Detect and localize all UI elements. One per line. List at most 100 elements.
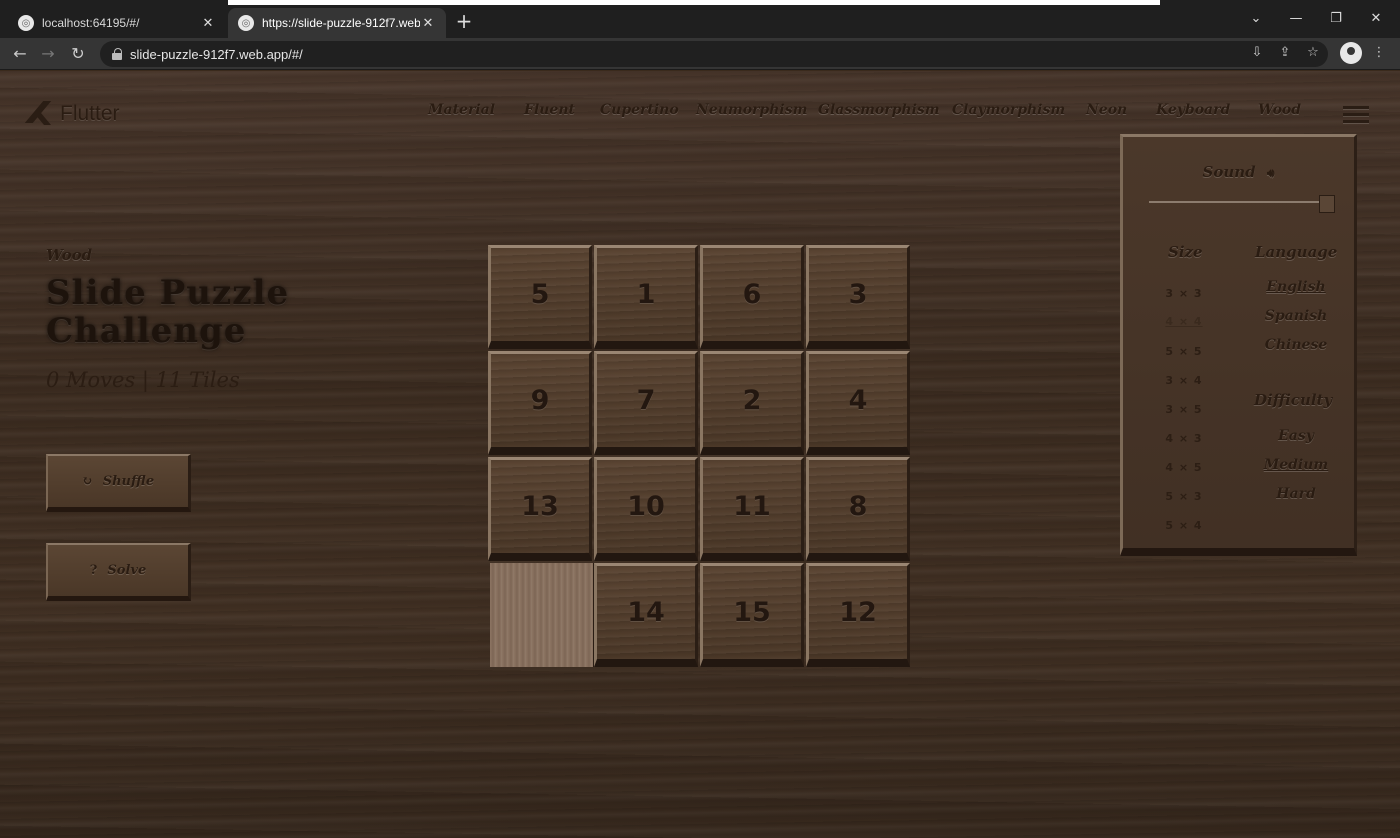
hamburger-menu-icon[interactable] (1343, 106, 1369, 124)
nav-neon[interactable]: Neon (1086, 102, 1127, 118)
nav-glassmorphism[interactable]: Glassmorphism (818, 102, 940, 118)
size-option[interactable]: 3 × 4 (1161, 374, 1207, 387)
wood-page: Flutter Material Fluent Cupertino Neumor… (0, 71, 1400, 838)
profile-avatar-icon[interactable] (1340, 42, 1362, 64)
tile-number: 11 (733, 491, 771, 522)
lock-icon (112, 48, 122, 60)
browser-toolbar: ← → ↻ slide-puzzle-912f7.web.app/#/ ⇩ ⇪ … (0, 38, 1400, 70)
title-line-2: Challenge (46, 311, 247, 351)
minimize-icon[interactable]: — (1276, 8, 1316, 30)
sound-row: Sound 🔊︎ (1123, 163, 1354, 181)
puzzle-tile[interactable]: 8 (806, 457, 910, 561)
size-option-selected[interactable]: 4 × 4 (1161, 315, 1207, 328)
reload-icon[interactable]: ↻ (66, 42, 90, 66)
window-close-icon[interactable]: ✕ (1356, 8, 1396, 30)
size-option[interactable]: 3 × 3 (1161, 287, 1207, 300)
kebab-menu-icon[interactable]: ⋮ (1368, 42, 1390, 64)
nav-fluent[interactable]: Fluent (524, 102, 575, 118)
speaker-icon[interactable]: 🔊︎ (1267, 166, 1275, 180)
tile-number: 15 (733, 597, 771, 628)
puzzle-tile[interactable]: 13 (488, 457, 592, 561)
language-header: Language (1255, 243, 1338, 261)
tab-search-chevron-icon[interactable]: ⌄ (1236, 8, 1276, 30)
url-text: slide-puzzle-912f7.web.app/#/ (130, 46, 303, 62)
moves-counter: 0 Moves | 11 Tiles (46, 368, 240, 392)
tab-title: https://slide-puzzle-912f7.web.ap (262, 16, 420, 30)
difficulty-header: Difficulty (1254, 391, 1333, 409)
puzzle-tile[interactable]: 15 (700, 563, 804, 667)
puzzle-tile[interactable]: 14 (594, 563, 698, 667)
puzzle-board: 5 1 6 3 9 7 2 4 13 10 11 8 14 15 12 (488, 245, 912, 669)
share-icon[interactable]: ⇪ (1274, 42, 1296, 64)
question-icon: ? (89, 563, 98, 578)
tile-number: 14 (627, 597, 665, 628)
nav-cupertino[interactable]: Cupertino (600, 102, 679, 118)
forward-arrow-icon[interactable]: → (36, 42, 60, 66)
close-icon[interactable]: ✕ (200, 15, 216, 31)
size-option[interactable]: 4 × 3 (1161, 432, 1207, 445)
tile-number: 13 (521, 491, 559, 522)
nav-material[interactable]: Material (428, 102, 495, 118)
browser-tab-slide-puzzle[interactable]: ◎ https://slide-puzzle-912f7.web.ap ✕ (228, 8, 446, 38)
tile-number: 5 (530, 279, 550, 310)
difficulty-option-selected[interactable]: Medium (1251, 457, 1341, 473)
theme-label: Wood (46, 246, 93, 264)
install-app-icon[interactable]: ⇩ (1246, 42, 1268, 64)
address-bar[interactable]: slide-puzzle-912f7.web.app/#/ (100, 41, 1328, 67)
page-title: Slide Puzzle Challenge (46, 274, 326, 350)
restore-icon[interactable]: ❐ (1316, 8, 1356, 30)
tile-number: 7 (636, 385, 656, 416)
tile-number: 8 (848, 491, 868, 522)
settings-panel: Sound 🔊︎ Size Language 3 × 3 4 × 4 5 × 5… (1120, 134, 1357, 556)
difficulty-option[interactable]: Easy (1251, 428, 1341, 444)
globe-icon: ◎ (18, 15, 34, 31)
puzzle-tile[interactable]: 6 (700, 245, 804, 349)
browser-tabstrip: ◎ localhost:64195/#/ ✕ ◎ https://slide-p… (0, 0, 1400, 38)
solve-button[interactable]: ? Solve (46, 543, 191, 601)
tile-number: 10 (627, 491, 665, 522)
language-option[interactable]: Chinese (1251, 337, 1341, 353)
nav-wood[interactable]: Wood (1258, 102, 1301, 118)
puzzle-tile[interactable]: 3 (806, 245, 910, 349)
browser-tab-localhost[interactable]: ◎ localhost:64195/#/ ✕ (8, 8, 226, 38)
size-option[interactable]: 3 × 5 (1161, 403, 1207, 416)
bookmark-star-icon[interactable]: ☆ (1302, 42, 1324, 64)
puzzle-tile[interactable]: 2 (700, 351, 804, 455)
tile-number: 6 (742, 279, 762, 310)
shuffle-icon: ↻ (81, 474, 93, 489)
globe-icon: ◎ (238, 15, 254, 31)
puzzle-tile[interactable]: 11 (700, 457, 804, 561)
nav-keyboard[interactable]: Keyboard (1156, 102, 1230, 118)
size-option[interactable]: 5 × 5 (1161, 345, 1207, 358)
top-strip (228, 0, 1160, 5)
nav-neumorphism[interactable]: Neumorphism (696, 102, 807, 118)
size-option[interactable]: 5 × 3 (1161, 490, 1207, 503)
puzzle-tile[interactable]: 5 (488, 245, 592, 349)
puzzle-tile[interactable]: 10 (594, 457, 698, 561)
language-option[interactable]: Spanish (1251, 308, 1341, 324)
close-icon[interactable]: ✕ (420, 15, 436, 31)
difficulty-option[interactable]: Hard (1251, 486, 1341, 502)
puzzle-tile[interactable]: 12 (806, 563, 910, 667)
new-tab-plus-icon[interactable]: + (452, 10, 476, 34)
puzzle-tile[interactable]: 7 (594, 351, 698, 455)
puzzle-tile[interactable]: 1 (594, 245, 698, 349)
tile-number: 3 (848, 279, 868, 310)
game-info: Wood Slide Puzzle Challenge 0 Moves | 11… (46, 246, 326, 392)
volume-slider-track[interactable] (1149, 201, 1319, 203)
puzzle-tile[interactable]: 4 (806, 351, 910, 455)
shuffle-label: Shuffle (102, 474, 155, 489)
back-arrow-icon[interactable]: ← (8, 42, 32, 66)
tile-number: 4 (848, 385, 868, 416)
empty-slot (490, 563, 596, 667)
title-line-1: Slide Puzzle (46, 273, 290, 313)
size-option[interactable]: 4 × 5 (1161, 461, 1207, 474)
size-option[interactable]: 5 × 4 (1161, 519, 1207, 532)
language-option-selected[interactable]: English (1251, 279, 1341, 295)
shuffle-button[interactable]: ↻ Shuffle (46, 454, 191, 512)
size-header: Size (1168, 243, 1203, 261)
nav-claymorphism[interactable]: Claymorphism (952, 102, 1065, 118)
puzzle-tile[interactable]: 9 (488, 351, 592, 455)
tile-number: 2 (742, 385, 762, 416)
volume-slider-thumb[interactable] (1319, 195, 1335, 213)
